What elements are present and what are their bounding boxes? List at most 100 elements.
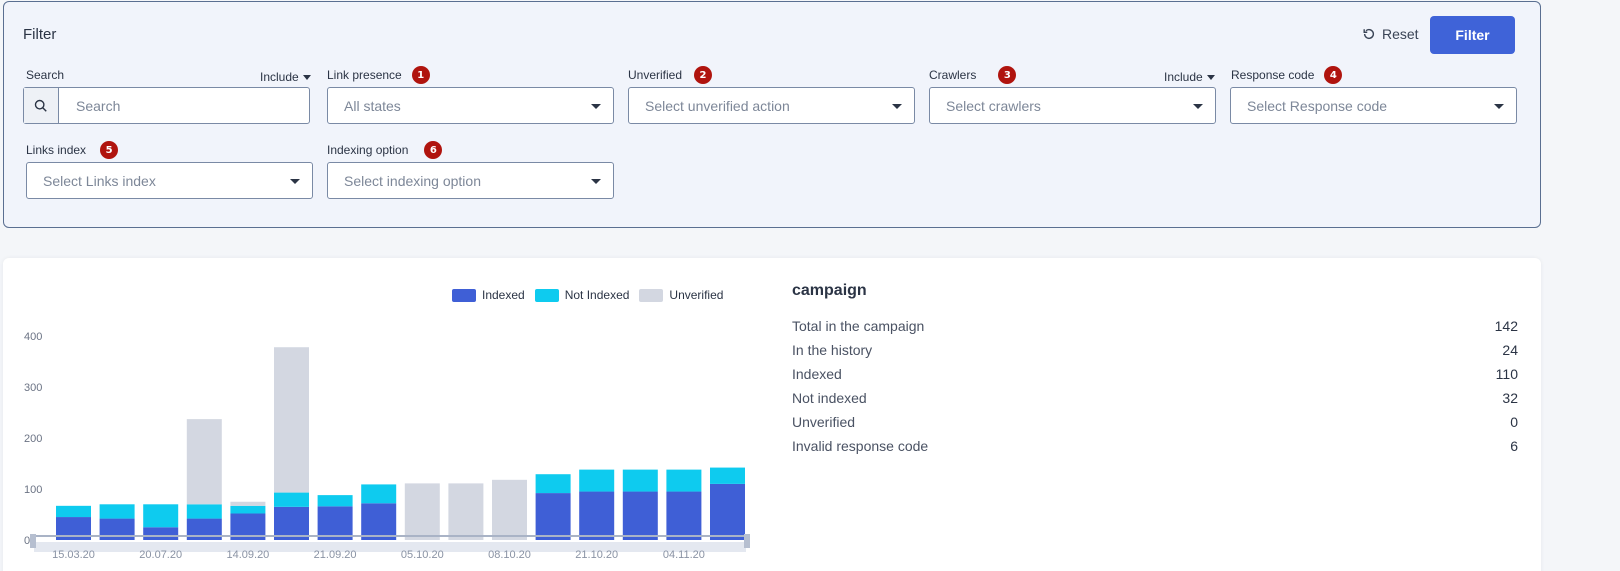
stat-row: Total in the campaign 142 [792, 314, 1518, 338]
stat-label: Total in the campaign [792, 318, 925, 334]
stat-row: Unverified 0 [792, 410, 1518, 434]
stat-value: 142 [1494, 318, 1518, 334]
reset-label: Reset [1382, 26, 1419, 42]
bar-segment[interactable] [710, 483, 745, 540]
bar-segment[interactable] [579, 469, 615, 492]
bar-segment[interactable] [317, 495, 353, 507]
unverified-select[interactable]: Select unverified action [628, 87, 915, 124]
bar-segment[interactable] [448, 483, 484, 540]
bar-segment[interactable] [186, 419, 222, 505]
x-tick-label: 20.07.20 [139, 549, 182, 561]
stat-row: Indexed 110 [792, 362, 1518, 386]
legend-item-not-indexed[interactable]: Not Indexed [534, 288, 629, 302]
range-slider-border [34, 535, 746, 537]
x-tick-label: 05.10.20 [401, 549, 444, 561]
x-tick-label: 15.03.20 [52, 549, 95, 561]
bar-segment[interactable] [404, 483, 440, 540]
chevron-down-icon [591, 179, 601, 184]
search-include-dropdown[interactable]: Include [260, 70, 311, 84]
response-code-label: Response code 4 [1231, 66, 1343, 84]
x-tick-label: 04.11.20 [663, 549, 705, 561]
stat-value: 32 [1502, 390, 1518, 406]
legend-item-unverified[interactable]: Unverified [639, 288, 723, 302]
step-badge-1: 1 [411, 66, 430, 84]
y-tick-label: 200 [24, 433, 42, 445]
filter-title: Filter [23, 26, 57, 43]
bar-segment[interactable] [710, 467, 745, 484]
chevron-down-icon [892, 104, 902, 109]
step-badge-2: 2 [694, 66, 713, 84]
x-tick-label: 14.09.20 [226, 549, 269, 561]
chevron-down-icon [302, 74, 311, 80]
bar-segment[interactable] [143, 527, 179, 540]
y-tick-label: 100 [24, 484, 42, 496]
chevron-down-icon [290, 179, 300, 184]
crawlers-include-dropdown[interactable]: Include [1164, 70, 1215, 84]
search-icon[interactable] [24, 88, 59, 123]
bar-segment[interactable] [535, 493, 571, 540]
bar-segment[interactable] [56, 505, 91, 518]
link-presence-select[interactable]: All states [327, 87, 614, 124]
step-badge-5: 5 [100, 141, 119, 159]
reset-icon [1363, 28, 1375, 40]
links-index-select[interactable]: Select Links index [26, 162, 313, 199]
search-label: Search [26, 68, 65, 82]
step-badge-3: 3 [998, 66, 1017, 84]
search-box [23, 87, 310, 124]
stat-value: 24 [1502, 342, 1518, 358]
range-slider-left-handle[interactable] [30, 534, 36, 548]
stat-label: Indexed [792, 366, 842, 382]
chevron-down-icon [1193, 104, 1203, 109]
chevron-down-icon [591, 104, 601, 109]
bar-segment[interactable] [274, 492, 309, 507]
bar-segment[interactable] [622, 491, 658, 540]
range-slider-right-handle[interactable] [744, 534, 750, 548]
legend-swatch [452, 288, 476, 302]
crawlers-select[interactable]: Select crawlers [929, 87, 1216, 124]
reset-button[interactable]: Reset [1362, 26, 1419, 42]
unverified-label: Unverified 2 [628, 66, 713, 84]
bar-segment[interactable] [622, 469, 658, 492]
bar-segment[interactable] [492, 479, 527, 540]
y-tick-label: 300 [24, 382, 42, 394]
stat-label: Unverified [792, 414, 856, 430]
response-code-select[interactable]: Select Response code [1230, 87, 1517, 124]
stat-row: Invalid response code 6 [792, 434, 1518, 458]
bar-segment[interactable] [666, 469, 702, 492]
legend-item-indexed[interactable]: Indexed [452, 288, 525, 302]
bar-segment[interactable] [230, 505, 266, 514]
stat-label: Invalid response code [792, 438, 929, 454]
x-tick-label: 21.10.20 [575, 549, 618, 561]
stat-value: 0 [1510, 414, 1518, 430]
bar-segment[interactable] [535, 474, 571, 494]
legend-swatch [639, 288, 664, 302]
bar-segment[interactable] [274, 347, 309, 493]
bar-segment[interactable] [361, 484, 397, 504]
chart-legend: Indexed Not Indexed Unverified [452, 288, 723, 302]
link-presence-label: Link presence 1 [327, 66, 430, 84]
chevron-down-icon [1206, 74, 1215, 80]
step-badge-4: 4 [1324, 66, 1343, 84]
x-tick-label: 21.09.20 [314, 549, 357, 561]
bar-segment[interactable] [143, 504, 179, 528]
bar-segment[interactable] [666, 491, 702, 540]
stat-row: Not indexed 32 [792, 386, 1518, 410]
bar-segment[interactable] [317, 506, 353, 540]
bar-segment[interactable] [230, 501, 266, 506]
bar-segment[interactable] [361, 503, 397, 540]
stats-title: campaign [792, 282, 867, 299]
links-index-label: Links index 5 [26, 141, 119, 159]
bar-segment[interactable] [579, 491, 615, 540]
step-badge-6: 6 [424, 141, 443, 159]
stat-row: In the history 24 [792, 338, 1518, 362]
x-tick-label: 08.10.20 [488, 549, 531, 561]
indexing-bar-chart: 0 100 200 300 400 15.03.20 20.07.20 14.09.20 21.… [24, 331, 750, 561]
legend-swatch [534, 288, 559, 302]
bar-segment[interactable] [186, 504, 222, 519]
filter-button[interactable]: Filter [1430, 16, 1515, 54]
y-tick-label: 0 [24, 535, 30, 547]
bar-segment[interactable] [99, 504, 135, 519]
stat-label: In the history [792, 342, 873, 358]
indexing-option-select[interactable]: Select indexing option [327, 162, 614, 199]
search-input[interactable] [59, 88, 309, 123]
